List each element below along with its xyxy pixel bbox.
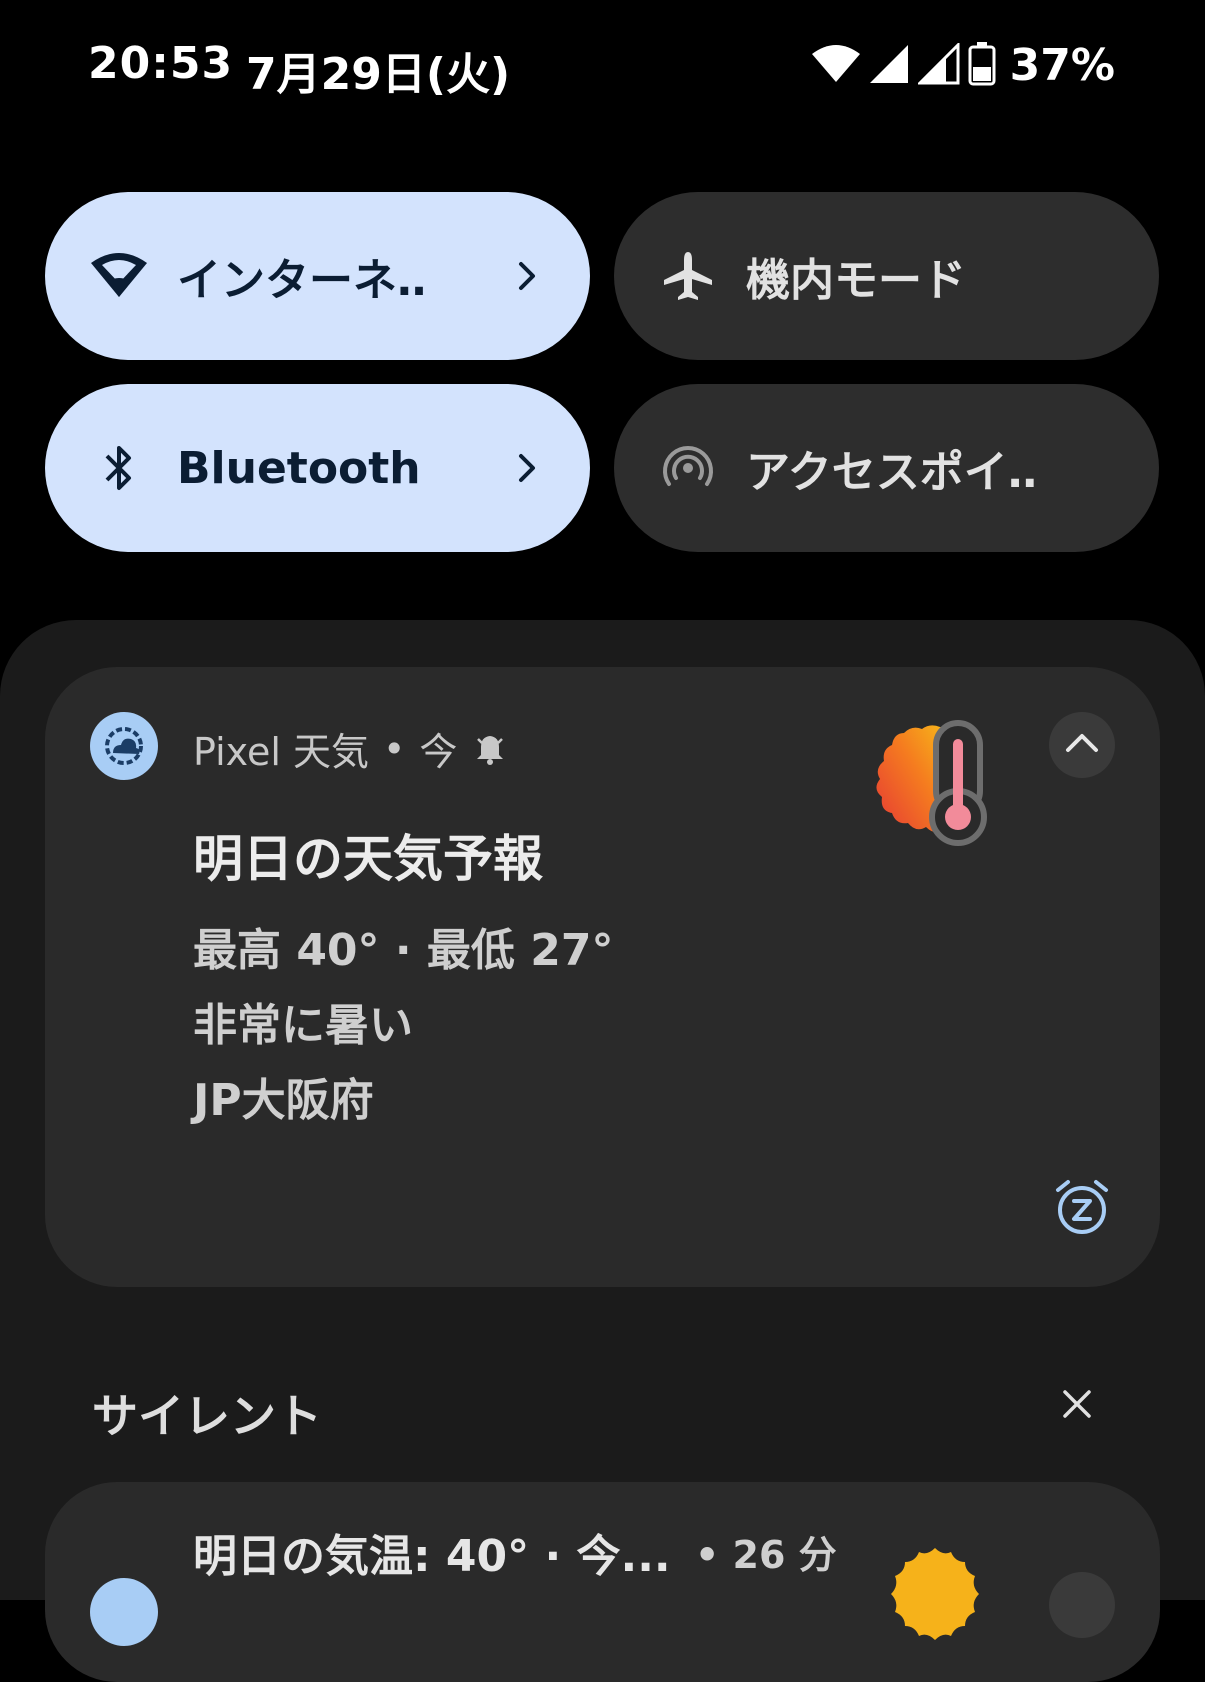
notification-header: Pixel 天気 • 今 xyxy=(193,721,505,776)
tile-bluetooth[interactable]: Bluetooth xyxy=(45,384,590,552)
hotspot-icon xyxy=(658,438,718,498)
pixel-weather-icon xyxy=(90,712,158,780)
tile-airplane-mode[interactable]: 機内モード xyxy=(614,192,1159,360)
bell-icon xyxy=(475,733,505,765)
close-icon xyxy=(1062,1389,1092,1423)
notification-card-weather[interactable]: Pixel 天気 • 今 明日の天気予報 最高 40° · 最低 27° 非常に… xyxy=(45,667,1160,1287)
pixel-weather-icon xyxy=(90,1578,158,1646)
hot-weather-thermometer-icon xyxy=(860,719,995,849)
status-date: 7月29日(火) xyxy=(246,49,511,100)
status-time: 20:53 xyxy=(88,38,234,89)
battery-percent: 37% xyxy=(1009,40,1115,91)
sun-icon xyxy=(875,1544,995,1664)
snooze-button[interactable] xyxy=(1052,1179,1112,1239)
notification-line: 最高 40° · 最低 27° xyxy=(193,925,614,976)
wifi-icon xyxy=(89,246,149,306)
notification-time: 今 xyxy=(419,730,458,774)
tile-label: 機内モード xyxy=(746,255,966,306)
clear-silent-button[interactable] xyxy=(1057,1386,1097,1426)
tile-label: Bluetooth xyxy=(177,442,421,494)
wifi-icon xyxy=(811,44,860,88)
expand-button[interactable] xyxy=(1049,712,1115,778)
chevron-right-icon xyxy=(512,256,542,296)
tile-label: インターネ‥ xyxy=(177,255,427,306)
snooze-icon xyxy=(1053,1178,1111,1240)
section-header-silent: サイレント xyxy=(92,1389,322,1443)
chevron-up-icon xyxy=(1065,732,1099,758)
bluetooth-icon xyxy=(89,438,149,498)
notification-line: JP大阪府 xyxy=(193,1075,374,1126)
battery-icon xyxy=(968,41,996,90)
chevron-right-icon xyxy=(512,448,542,488)
notification-time: • 26 分 xyxy=(695,1533,837,1577)
tile-internet[interactable]: インターネ‥ xyxy=(45,192,590,360)
notification-card-temperature[interactable]: 明日の気温: 40° · 今... • 26 分 xyxy=(45,1482,1160,1682)
app-name: Pixel 天気 xyxy=(193,730,369,774)
notification-title: 明日の天気予報 xyxy=(193,830,543,888)
tile-hotspot[interactable]: アクセスポイ‥ xyxy=(614,384,1159,552)
expand-button[interactable] xyxy=(1049,1572,1115,1638)
signal-icon xyxy=(916,40,960,89)
signal-icon xyxy=(868,43,910,89)
notification-line: 非常に暑い xyxy=(193,1000,413,1051)
airplane-icon xyxy=(658,246,718,306)
tile-label: アクセスポイ‥ xyxy=(746,447,1038,498)
separator: • xyxy=(382,726,406,771)
status-bar: 20:53 7月29日(火) 37% xyxy=(0,0,1205,130)
notification-title: 明日の気温: 40° · 今... xyxy=(193,1531,671,1582)
status-icons: 37% xyxy=(811,40,1115,91)
